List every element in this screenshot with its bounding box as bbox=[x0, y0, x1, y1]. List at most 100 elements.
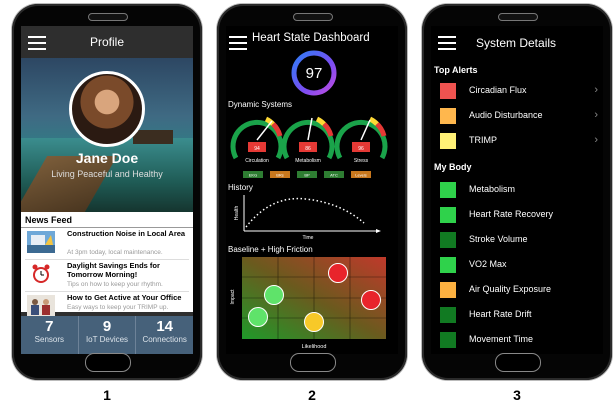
news-feed: News Feed Construction Noise in Local Ar… bbox=[21, 212, 193, 317]
system-details-screen: System Details Top Alerts Circadian Flux… bbox=[431, 26, 603, 354]
risk-point[interactable] bbox=[328, 263, 348, 283]
body-label: VO2 Max bbox=[469, 259, 507, 269]
profile-name: Jane Doe bbox=[75, 150, 139, 166]
news-item-title: Construction Noise in Local Area bbox=[67, 229, 186, 238]
news-item[interactable]: Construction Noise in Local Area At 3pm … bbox=[25, 228, 189, 260]
stat-value: 7 bbox=[45, 318, 54, 335]
status-swatch bbox=[440, 232, 456, 248]
phone-frame-dashboard: Heart State Dashboard 97 Dynamic Systems… bbox=[217, 4, 407, 380]
news-item[interactable]: Daylight Savings Ends for Tomorrow Morni… bbox=[25, 260, 189, 292]
stat-connections[interactable]: 14 Connections bbox=[136, 316, 193, 354]
page-title: Profile bbox=[89, 35, 124, 49]
speaker-slot bbox=[498, 13, 538, 21]
status-swatch bbox=[440, 182, 456, 198]
status-swatch bbox=[440, 257, 456, 273]
heart-score-ring: 97 bbox=[291, 50, 337, 96]
sensor-chip-label: Levels bbox=[355, 173, 367, 178]
risk-point[interactable] bbox=[361, 290, 381, 310]
phone-caption: 1 bbox=[103, 387, 111, 403]
dashboard-screen: Heart State Dashboard 97 Dynamic Systems… bbox=[226, 26, 398, 354]
body-row-air-quality-exposure[interactable]: Air Quality Exposure bbox=[440, 281, 600, 299]
stats-bar: 7 Sensors 9 IoT Devices 14 Connections bbox=[21, 316, 193, 354]
history-chart[interactable]: Health Time bbox=[226, 191, 398, 241]
status-swatch bbox=[440, 108, 456, 124]
body-row-movement-time[interactable]: Movement Time bbox=[440, 331, 600, 349]
risk-point[interactable] bbox=[264, 285, 284, 305]
matrix-x-label: Likelihood bbox=[302, 344, 327, 350]
chevron-right-icon: › bbox=[594, 109, 598, 121]
heart-score-value: 97 bbox=[306, 65, 323, 82]
body-label: Movement Time bbox=[469, 334, 534, 344]
speaker-slot bbox=[293, 13, 333, 21]
history-x-label: Time bbox=[303, 235, 314, 241]
chevron-right-icon: › bbox=[594, 134, 598, 146]
risk-point[interactable] bbox=[304, 312, 324, 332]
chevron-right-icon: › bbox=[594, 84, 598, 96]
body-row-heart-rate-recovery[interactable]: Heart Rate Recovery bbox=[440, 206, 600, 224]
avatar[interactable] bbox=[69, 71, 145, 147]
sensor-chip-label: BP bbox=[304, 173, 310, 178]
phone-caption: 2 bbox=[308, 387, 316, 403]
status-swatch bbox=[440, 307, 456, 323]
sensor-chip-label: BRs bbox=[276, 173, 284, 178]
top-alerts-heading: Top Alerts bbox=[434, 65, 478, 75]
hamburger-menu-icon[interactable] bbox=[229, 36, 247, 50]
alert-label: Audio Disturbance bbox=[469, 110, 543, 120]
stat-iot-devices[interactable]: 9 IoT Devices bbox=[79, 316, 137, 354]
page-title: System Details bbox=[476, 36, 557, 50]
gauge-metabolism[interactable]: 86 Metabolism bbox=[281, 116, 335, 164]
sensor-chips: EKG BRs BP ATC Levels bbox=[243, 171, 371, 178]
stat-label: Sensors bbox=[34, 335, 65, 344]
home-button[interactable] bbox=[85, 353, 131, 372]
phone-frame-system-details: System Details Top Alerts Circadian Flux… bbox=[422, 4, 612, 380]
gauge-value: 94 bbox=[254, 146, 260, 152]
body-row-vo2-max[interactable]: VO2 Max bbox=[440, 256, 600, 274]
alert-row-circadian-flux[interactable]: Circadian Flux › bbox=[440, 82, 600, 100]
my-body-heading: My Body bbox=[434, 162, 472, 172]
gauge-value: 96 bbox=[358, 146, 364, 152]
news-feed-heading: News Feed bbox=[21, 212, 193, 228]
body-row-heart-rate-drift[interactable]: Heart Rate Drift bbox=[440, 306, 600, 324]
gauge-value: 86 bbox=[305, 146, 311, 152]
news-item-title: Daylight Savings Ends for Tomorrow Morni… bbox=[67, 261, 160, 279]
sensor-chip-label: EKG bbox=[249, 173, 257, 178]
gauge-label: Metabolism bbox=[295, 158, 321, 164]
status-swatch bbox=[440, 133, 456, 149]
phone-caption: 3 bbox=[513, 387, 521, 403]
risk-point[interactable] bbox=[248, 307, 268, 327]
alert-row-trimp[interactable]: TRIMP › bbox=[440, 132, 600, 150]
gauge-stress[interactable]: 96 Stress bbox=[334, 116, 388, 164]
alert-row-audio-disturbance[interactable]: Audio Disturbance › bbox=[440, 107, 600, 125]
gauge-label: Circulation bbox=[245, 158, 269, 164]
body-label: Air Quality Exposure bbox=[469, 284, 552, 294]
news-item-snippet: At 3pm today, local maintenance. bbox=[67, 249, 163, 256]
news-item-snippet: Tips on how to keep your rhythm. bbox=[67, 281, 163, 288]
profile-tagline: Living Peaceful and Healthy bbox=[51, 169, 163, 179]
stat-value: 14 bbox=[156, 318, 174, 335]
home-button[interactable] bbox=[495, 353, 541, 372]
risk-matrix[interactable]: Impact Likelihood bbox=[226, 255, 398, 354]
matrix-y-label: Impact bbox=[230, 289, 236, 305]
body-label: Metabolism bbox=[469, 184, 516, 194]
body-row-stroke-volume[interactable]: Stroke Volume bbox=[440, 231, 600, 249]
stat-label: Connections bbox=[142, 335, 187, 344]
gauge-circulation[interactable]: 94 Circulation bbox=[230, 116, 284, 164]
alert-label: Circadian Flux bbox=[469, 85, 527, 95]
construction-thumbnail-icon bbox=[27, 231, 55, 253]
stat-value: 9 bbox=[102, 318, 112, 335]
body-label: Heart Rate Drift bbox=[469, 309, 532, 319]
phone-frame-profile: Profile Jane Doe Living Peaceful and Hea… bbox=[12, 4, 202, 380]
home-button[interactable] bbox=[290, 353, 336, 372]
profile-hero: Jane Doe Living Peaceful and Healthy bbox=[21, 58, 193, 212]
stat-sensors[interactable]: 7 Sensors bbox=[21, 316, 79, 354]
hamburger-menu-icon[interactable] bbox=[438, 36, 456, 50]
stat-label: IoT Devices bbox=[85, 335, 129, 344]
sensor-chip-label: ATC bbox=[330, 173, 338, 178]
dynamic-systems-heading: Dynamic Systems bbox=[228, 100, 293, 109]
status-swatch bbox=[440, 332, 456, 348]
page-title: Heart State Dashboard bbox=[252, 32, 370, 44]
news-item-snippet: Easy ways to keep your TRIMP up. bbox=[67, 304, 169, 311]
status-swatch bbox=[440, 282, 456, 298]
body-row-metabolism[interactable]: Metabolism bbox=[440, 181, 600, 199]
office-people-thumbnail-icon bbox=[27, 295, 55, 317]
